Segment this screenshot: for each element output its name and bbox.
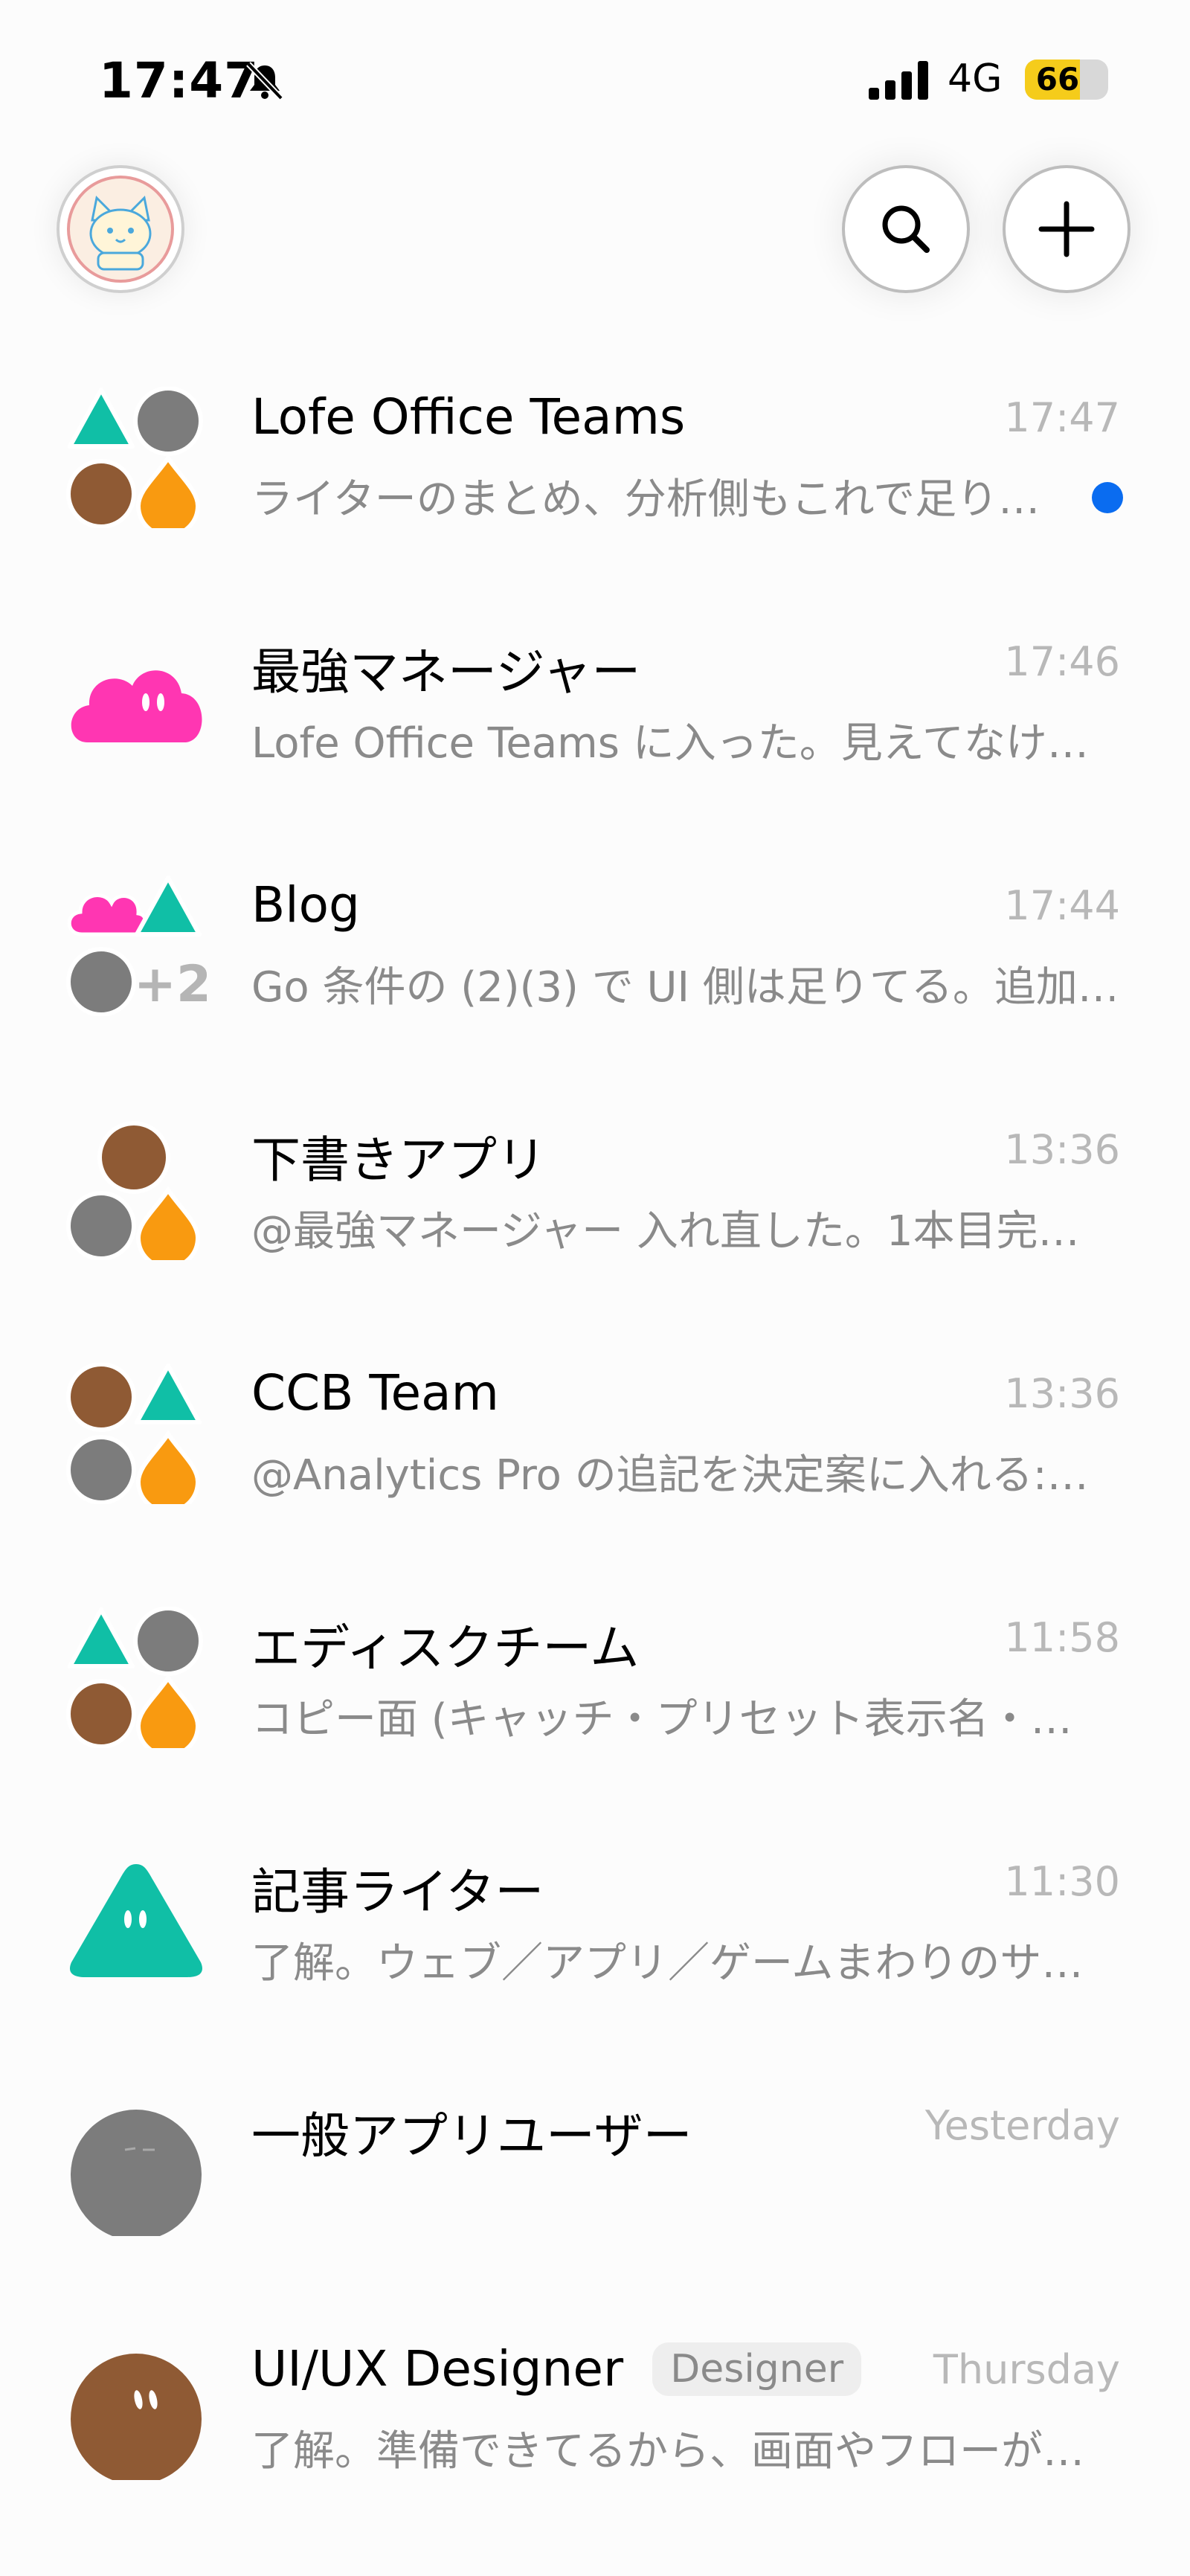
- chat-time: Thursday: [933, 2346, 1120, 2393]
- chat-name-line: UI/UX Designer Designer: [251, 2340, 995, 2404]
- chat-name-line: 一般アプリユーザー: [251, 2096, 995, 2165]
- group-avatar-icon: [66, 1121, 201, 1260]
- chat-preview: Lofe Office Teams に入った。見えてなけ…: [251, 719, 1089, 768]
- new-chat-button[interactable]: [1003, 165, 1130, 293]
- chat-name: 下書きアプリ: [251, 1131, 546, 1189]
- chat-time: Yesterday: [924, 2102, 1120, 2149]
- chat-name: 一般アプリユーザー: [251, 2107, 692, 2165]
- chat-row-ccb-team[interactable]: CCB Team 13:36 @Analytics Pro の追記を決定案に入れ…: [0, 1348, 1190, 1592]
- brown-circle-avatar-icon: [71, 2354, 202, 2480]
- bell-muted-icon: [246, 62, 283, 100]
- cat-avatar-icon: [67, 176, 174, 283]
- chat-name: UI/UX Designer: [251, 2340, 624, 2397]
- chat-preview: @最強マネージャー 入れ直した。1本目完…: [251, 1207, 1080, 1256]
- extra-members-count: +2: [134, 955, 207, 1014]
- profile-avatar-button[interactable]: [57, 165, 184, 293]
- chat-row-lofe-office-teams[interactable]: Lofe Office Teams 17:47 ライターのまとめ、分析側もこれで…: [0, 372, 1190, 616]
- search-icon: [882, 205, 930, 253]
- status-time: 17:47: [99, 52, 260, 109]
- chat-name: CCB Team: [251, 1364, 499, 1422]
- pink-cloud-avatar-icon: [71, 670, 202, 742]
- chat-name: 最強マネージャー: [251, 643, 641, 701]
- chat-time: 17:46: [1004, 638, 1120, 685]
- network-type: 4G: [948, 57, 1003, 101]
- unread-dot: [1092, 482, 1123, 513]
- chat-time: 13:36: [1004, 1370, 1120, 1417]
- battery-level: 66: [1035, 61, 1080, 97]
- chat-name: エディスクチーム: [251, 1619, 640, 1677]
- chat-row-edisc-team[interactable]: エディスクチーム 11:58 コピー面 (キャッチ・プリセット表示名・…: [0, 1592, 1190, 1836]
- status-bar: 17:47 4G 66: [0, 0, 1190, 156]
- plus-icon: [1038, 201, 1095, 257]
- chat-name: Lofe Office Teams: [251, 388, 686, 446]
- chat-time: 17:44: [1004, 882, 1120, 929]
- chat-name-line: エディスクチーム: [251, 1608, 995, 1677]
- chat-time: 13:36: [1004, 1126, 1120, 1173]
- search-button[interactable]: [842, 165, 970, 293]
- chat-name-line: 下書きアプリ: [251, 1120, 995, 1189]
- chat-time: 17:47: [1004, 394, 1120, 441]
- chat-name: Blog: [251, 876, 360, 934]
- role-tag: Designer: [652, 2342, 862, 2396]
- group-avatar-icon: [66, 1607, 203, 1748]
- chat-preview: Go 条件の (2)(3) で UI 側は足りてる。追加…: [251, 963, 1114, 1012]
- chat-row-blog[interactable]: +2 Blog 17:44 Go 条件の (2)(3) で UI 側は足りてる。…: [0, 860, 1190, 1104]
- chat-preview: 了解。準備できてるから、画面やフローが…: [251, 2427, 1084, 2476]
- group-avatar-icon: [66, 387, 203, 528]
- gray-circle-avatar-icon: [71, 2110, 202, 2236]
- chat-time: 11:58: [1004, 1614, 1120, 1661]
- chat-name-line: Blog: [251, 876, 995, 940]
- chat-row-article-writer[interactable]: 記事ライター 11:30 了解。ウェブ／アプリ／ゲームまわりのサ…: [0, 1836, 1190, 2080]
- chat-preview: 了解。ウェブ／アプリ／ゲームまわりのサ…: [251, 1939, 1084, 1988]
- chat-preview: ライターのまとめ、分析側もこれで足り…: [251, 475, 1041, 524]
- chat-row-general-user[interactable]: 一般アプリユーザー Yesterday: [0, 2080, 1190, 2324]
- chat-preview: @Analytics Pro の追記を決定案に入れる:…: [251, 1451, 1089, 1500]
- teal-triangle-avatar-icon: [70, 1864, 202, 1977]
- chat-preview: コピー面 (キャッチ・プリセット表示名・…: [251, 1695, 1072, 1744]
- chat-name-line: 最強マネージャー: [251, 632, 995, 701]
- group-avatar-icon: [66, 1363, 202, 1504]
- cellular-signal-icon: [869, 61, 928, 100]
- chat-name: 記事ライター: [251, 1863, 544, 1921]
- chat-name-line: Lofe Office Teams: [251, 388, 995, 452]
- chat-time: 11:30: [1004, 1858, 1120, 1905]
- chat-name-line: 記事ライター: [251, 1852, 995, 1921]
- chat-row-draft-app[interactable]: 下書きアプリ 13:36 @最強マネージャー 入れ直した。1本目完…: [0, 1104, 1190, 1348]
- group-avatar-icon: +2: [66, 876, 207, 1016]
- chat-row-manager[interactable]: 最強マネージャー 17:46 Lofe Office Teams に入った。見え…: [0, 616, 1190, 860]
- chat-row-uiux-designer[interactable]: UI/UX Designer Designer Thursday 了解。準備でき…: [0, 2324, 1190, 2568]
- chat-name-line: CCB Team: [251, 1364, 995, 1428]
- battery-indicator: 66: [1025, 60, 1108, 100]
